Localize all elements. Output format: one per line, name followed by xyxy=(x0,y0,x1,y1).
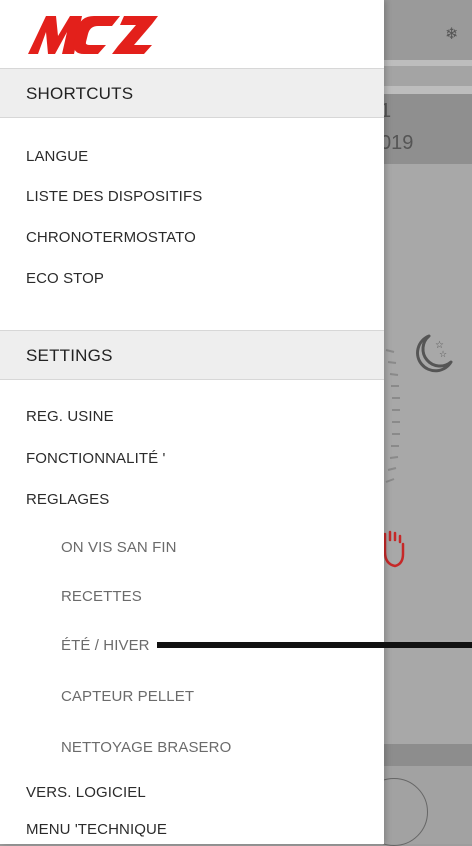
menu-item-reglages[interactable]: REGLAGES xyxy=(26,491,109,508)
settings-section-header: SETTINGS xyxy=(0,330,384,380)
mcz-logo xyxy=(28,16,158,54)
menu-item-menu-technique[interactable]: MENU 'TECHNIQUE xyxy=(26,821,167,838)
shortcuts-section-header: SHORTCUTS xyxy=(0,68,384,118)
menu-item-fonctionnalite[interactable]: FONCTIONNALITÉ ' xyxy=(26,450,165,467)
background-topbar xyxy=(384,0,472,60)
menu-item-reg-usine[interactable]: REG. USINE xyxy=(26,408,114,425)
drag-bar[interactable] xyxy=(157,642,472,648)
svg-text:☆: ☆ xyxy=(439,349,447,359)
background-date-line: 019 xyxy=(380,132,414,154)
dial-ticks xyxy=(385,349,400,483)
navigation-drawer: SHORTCUTS LANGUE LISTE DES DISPOSITIFS C… xyxy=(0,0,384,844)
submenu-item-capteur-pellet[interactable]: CAPTEUR PELLET xyxy=(61,688,194,705)
settings-header-label: SETTINGS xyxy=(26,346,113,365)
snowflake-icon: ❄ xyxy=(445,26,459,43)
submenu-item-ete-hiver[interactable]: ÉTÉ / HIVER xyxy=(61,637,150,654)
submenu-item-recettes[interactable]: RECETTES xyxy=(61,588,142,605)
background-band xyxy=(384,60,472,66)
menu-item-chronotermostato[interactable]: CHRONOTERMOSTATO xyxy=(26,229,196,246)
submenu-item-on-vis-san-fin[interactable]: ON VIS SAN FIN xyxy=(61,539,177,556)
menu-item-eco-stop[interactable]: ECO STOP xyxy=(26,270,104,287)
menu-item-langue[interactable]: LANGUE xyxy=(26,148,88,165)
hand-icon xyxy=(383,530,405,568)
background-bottom-band xyxy=(384,744,472,766)
shortcuts-header-label: SHORTCUTS xyxy=(26,84,134,103)
submenu-item-nettoyage-brasero[interactable]: NETTOYAGE BRASERO xyxy=(61,739,231,756)
menu-item-liste-des-dispositifs[interactable]: LISTE DES DISPOSITIFS xyxy=(26,188,202,205)
background-band xyxy=(384,86,472,94)
moon-stars-icon: ☆ ☆ xyxy=(416,334,453,373)
menu-item-vers-logiciel[interactable]: VERS. LOGICIEL xyxy=(26,784,146,801)
